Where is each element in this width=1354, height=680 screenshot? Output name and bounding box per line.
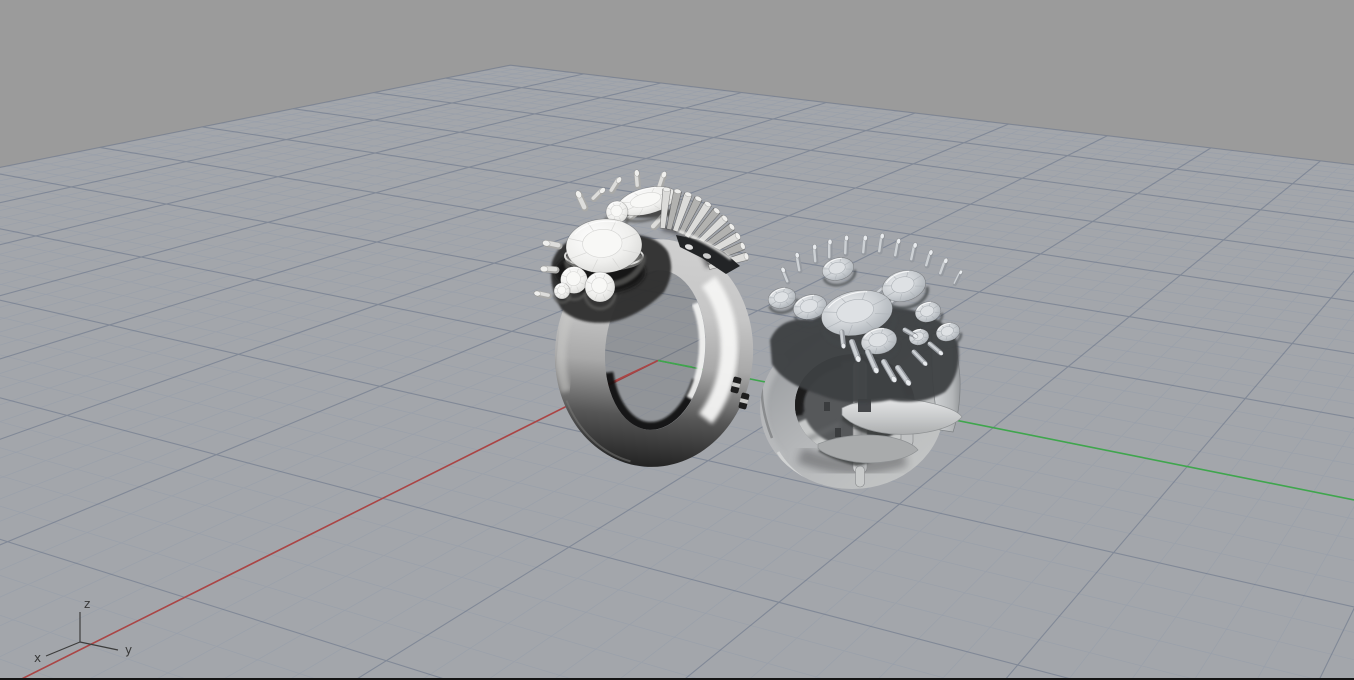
- stone-table: [566, 271, 581, 286]
- prong-cap: [634, 169, 640, 177]
- stone-table: [591, 277, 608, 294]
- gizmo-x-label: x: [34, 651, 41, 665]
- prong-cap: [863, 235, 868, 242]
- prong-cap: [539, 265, 549, 273]
- gizmo-y-label: y: [125, 643, 132, 657]
- prong-cap: [841, 342, 846, 349]
- ring-2-post-tip: [855, 465, 865, 488]
- prong-cap: [827, 239, 833, 245]
- stone-table: [557, 285, 567, 295]
- prong-cap: [812, 244, 817, 251]
- scene-canvas[interactable]: z x y: [0, 0, 1354, 680]
- prong-highlight: [840, 330, 844, 347]
- stone-table: [610, 204, 623, 217]
- gizmo-z-label: z: [84, 597, 90, 611]
- prong-cap: [844, 235, 849, 242]
- cad-3d-viewport[interactable]: z x y: [0, 0, 1354, 680]
